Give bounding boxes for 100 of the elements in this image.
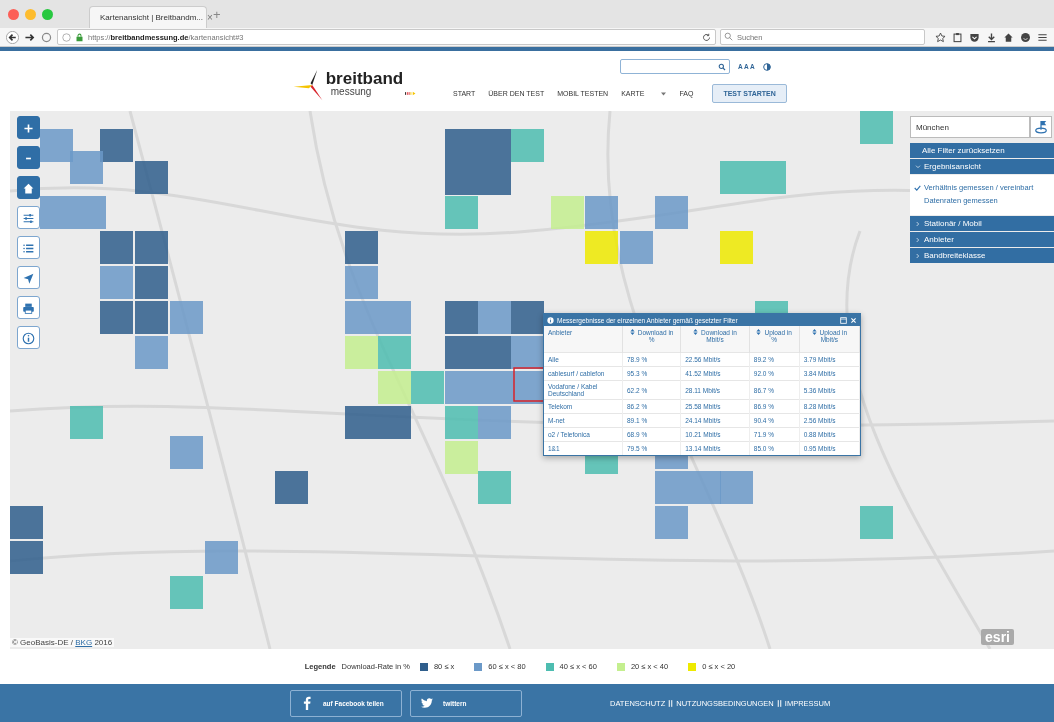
coverage-cell[interactable] bbox=[345, 406, 378, 439]
coverage-cell[interactable] bbox=[135, 336, 168, 369]
coverage-cell[interactable] bbox=[70, 406, 103, 439]
coverage-cell[interactable] bbox=[170, 576, 203, 609]
filter-section-header[interactable]: Stationär / Mobil bbox=[910, 216, 1054, 231]
coverage-cell[interactable] bbox=[478, 406, 511, 439]
coverage-cell[interactable] bbox=[170, 436, 203, 469]
coverage-cell[interactable] bbox=[378, 301, 411, 334]
coverage-cell[interactable] bbox=[511, 301, 544, 334]
close-window-icon[interactable] bbox=[8, 8, 19, 20]
maximize-icon[interactable] bbox=[840, 316, 847, 324]
coverage-cell[interactable] bbox=[688, 471, 721, 504]
coverage-cell[interactable] bbox=[70, 151, 103, 184]
coverage-cell[interactable] bbox=[10, 506, 43, 539]
arrow-button[interactable] bbox=[17, 266, 40, 289]
home-button[interactable] bbox=[17, 176, 40, 199]
coverage-cell[interactable] bbox=[135, 231, 168, 264]
coverage-cell[interactable] bbox=[655, 506, 688, 539]
coverage-cell[interactable] bbox=[100, 129, 133, 162]
star-icon[interactable] bbox=[935, 31, 946, 43]
pocket-icon[interactable] bbox=[969, 31, 980, 43]
smiley-icon[interactable] bbox=[1020, 31, 1031, 43]
coverage-cell[interactable] bbox=[135, 266, 168, 299]
coverage-cell[interactable] bbox=[135, 161, 168, 194]
coverage-cell[interactable] bbox=[10, 541, 43, 574]
signal-bars-icon bbox=[405, 91, 417, 96]
coverage-cell[interactable] bbox=[40, 196, 73, 229]
coverage-cell[interactable] bbox=[478, 471, 511, 504]
logo[interactable]: breitband messung bbox=[292, 57, 417, 105]
contrast-icon[interactable] bbox=[762, 62, 771, 71]
minimize-window-icon[interactable] bbox=[25, 8, 36, 20]
coverage-cell[interactable] bbox=[753, 161, 786, 194]
arrow-icon bbox=[22, 271, 35, 286]
sliders-button[interactable] bbox=[17, 206, 40, 229]
search-field[interactable] bbox=[620, 59, 731, 74]
coverage-cell[interactable] bbox=[345, 301, 378, 334]
plus-icon bbox=[22, 121, 35, 136]
list-button[interactable] bbox=[17, 236, 40, 259]
coverage-cell[interactable] bbox=[445, 441, 478, 474]
coverage-cell[interactable] bbox=[378, 336, 411, 369]
reload-icon[interactable] bbox=[702, 32, 711, 42]
coverage-cell[interactable] bbox=[411, 371, 444, 404]
filter-section-header[interactable]: Anbieter bbox=[910, 232, 1054, 247]
close-icon[interactable] bbox=[850, 316, 857, 324]
coverage-cell[interactable] bbox=[100, 301, 133, 334]
coverage-cell[interactable] bbox=[720, 471, 753, 504]
zoom-in-button[interactable] bbox=[17, 116, 40, 139]
coverage-cell[interactable] bbox=[860, 111, 893, 144]
printer-button[interactable] bbox=[17, 296, 40, 319]
coverage-cell[interactable] bbox=[655, 196, 688, 229]
coverage-cell[interactable] bbox=[345, 231, 378, 264]
coverage-cell[interactable] bbox=[100, 266, 133, 299]
coverage-cell[interactable] bbox=[585, 196, 618, 229]
coverage-cell[interactable] bbox=[445, 371, 478, 404]
coverage-cell[interactable] bbox=[205, 541, 238, 574]
chevron-icon bbox=[916, 252, 920, 259]
coverage-cell[interactable] bbox=[275, 471, 308, 504]
filter-section-header[interactable]: Ergebnisansicht bbox=[910, 159, 1054, 174]
coverage-cell[interactable] bbox=[551, 196, 584, 229]
filter-section-header[interactable]: Bandbreiteklasse bbox=[910, 248, 1054, 263]
reset-filters-button[interactable]: Alle Filter zurücksetzen bbox=[910, 143, 1054, 158]
coverage-cell[interactable] bbox=[378, 371, 411, 404]
attribution-link[interactable]: BKG bbox=[75, 638, 93, 647]
info-button[interactable] bbox=[17, 326, 40, 349]
coverage-cell[interactable] bbox=[620, 231, 653, 264]
menu-icon[interactable] bbox=[1037, 31, 1048, 43]
location-search-field[interactable]: München bbox=[910, 116, 1030, 138]
clipboard-icon[interactable] bbox=[952, 31, 963, 43]
coverage-cell[interactable] bbox=[73, 196, 106, 229]
coverage-cell[interactable] bbox=[345, 336, 378, 369]
coverage-cell[interactable] bbox=[445, 336, 478, 369]
coverage-cell[interactable] bbox=[345, 266, 378, 299]
maximize-window-icon[interactable] bbox=[42, 8, 53, 20]
coverage-cell[interactable] bbox=[445, 406, 478, 439]
coverage-cell[interactable] bbox=[720, 231, 753, 264]
locate-button[interactable] bbox=[1030, 116, 1052, 138]
flag-pin-icon bbox=[1034, 119, 1048, 135]
coverage-cell[interactable] bbox=[378, 406, 411, 439]
coverage-cell[interactable] bbox=[445, 301, 478, 334]
tab-close-button[interactable]: × bbox=[207, 12, 213, 23]
coverage-cell[interactable] bbox=[40, 129, 73, 162]
coverage-cell[interactable] bbox=[445, 196, 478, 229]
coverage-cell[interactable] bbox=[720, 161, 753, 194]
back-icon[interactable] bbox=[6, 30, 19, 44]
coverage-cell[interactable] bbox=[655, 471, 688, 504]
caret-icon[interactable] bbox=[661, 91, 667, 96]
coverage-cell[interactable] bbox=[585, 231, 618, 264]
home-icon bbox=[22, 181, 35, 196]
coverage-cell[interactable] bbox=[860, 506, 893, 539]
home-icon[interactable] bbox=[1003, 31, 1014, 43]
coverage-cell[interactable] bbox=[478, 371, 511, 404]
coverage-cell[interactable] bbox=[100, 231, 133, 264]
coverage-cell[interactable] bbox=[135, 301, 168, 334]
coverage-cell[interactable] bbox=[478, 336, 511, 369]
tab-title: Kartenansicht | Breitbandm... bbox=[100, 13, 204, 22]
coverage-cell[interactable] bbox=[170, 301, 203, 334]
download-icon[interactable] bbox=[986, 31, 997, 43]
zoom-out-button[interactable] bbox=[17, 146, 40, 169]
coverage-cell[interactable] bbox=[511, 129, 544, 162]
coverage-cell[interactable] bbox=[478, 301, 511, 334]
